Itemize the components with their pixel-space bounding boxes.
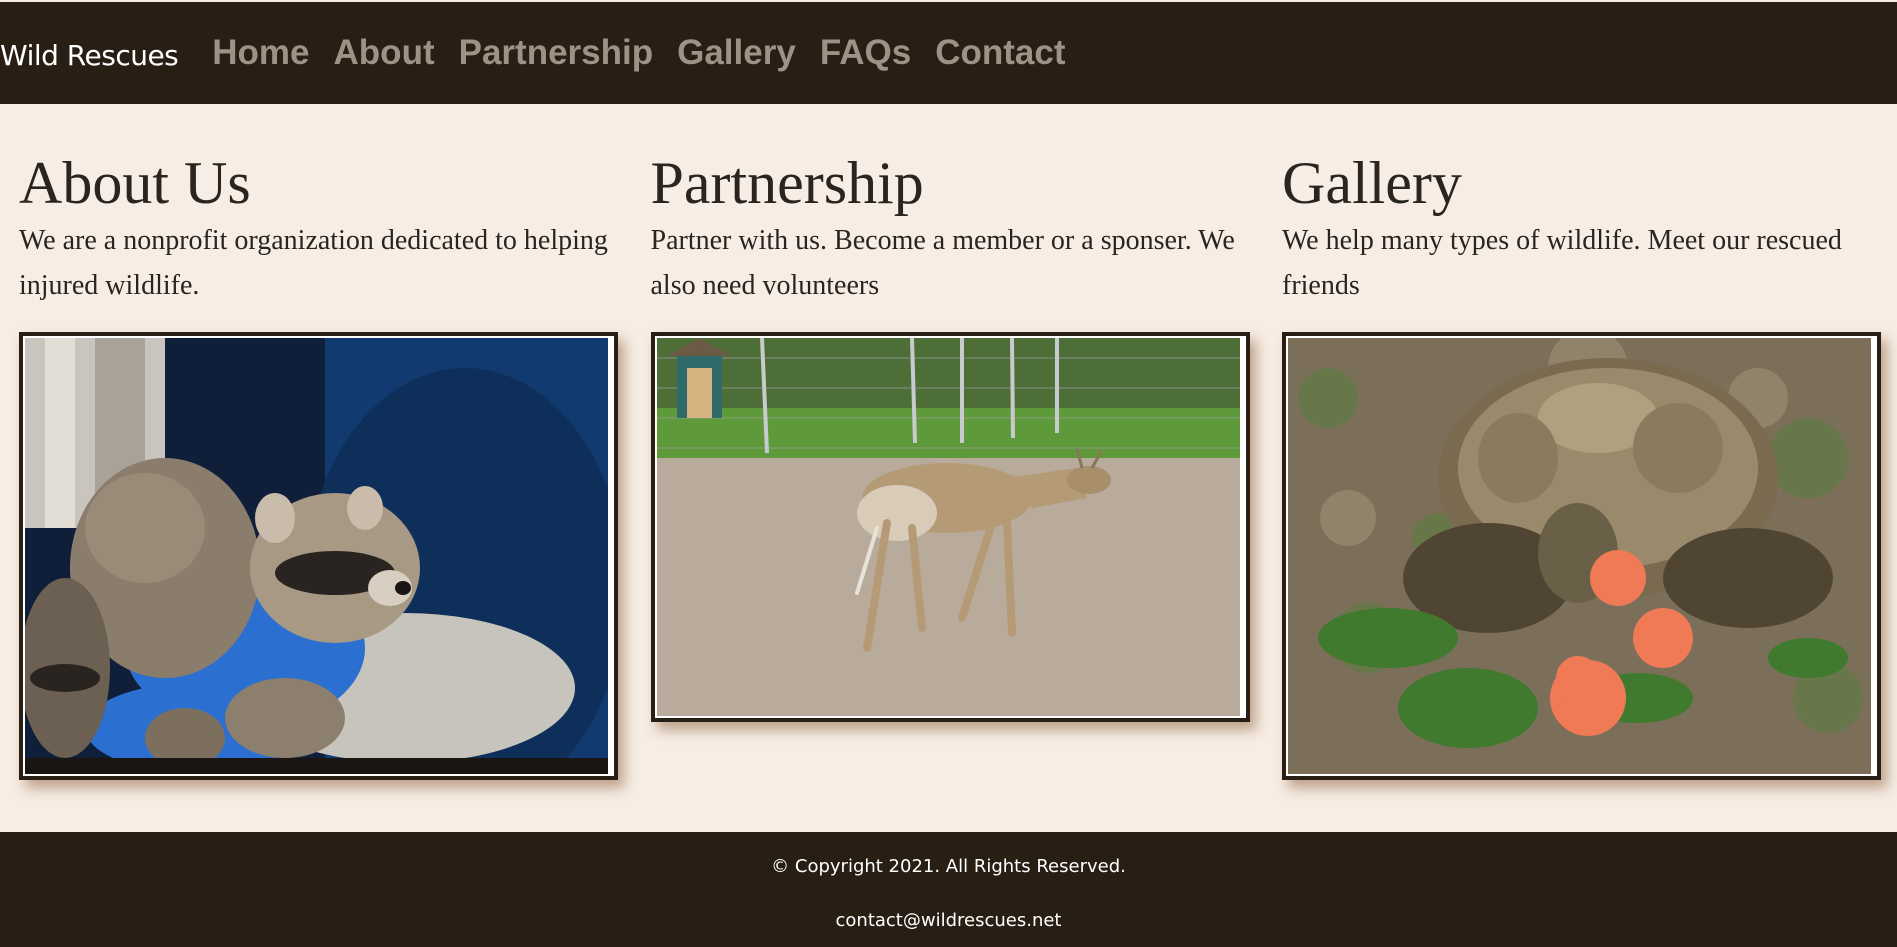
gallery-text: We help many types of wildlife. Meet our… [1282, 225, 1842, 301]
nav-link-partnership[interactable]: Partnership [459, 33, 654, 73]
nav-links: Home About Partnership Gallery FAQs Cont… [212, 33, 1065, 73]
site-brand[interactable]: Wild Rescues [0, 35, 179, 72]
nav-link-about[interactable]: About [334, 33, 435, 73]
top-nav-bar: Wild Rescues Home About Partnership Gall… [0, 2, 1897, 104]
copyright-text: © Copyright 2021. All Rights Reserved. [771, 856, 1126, 877]
partnership-section: Partnership Partner with us. Become a me… [650, 148, 1250, 780]
tortoise-photo [1288, 338, 1871, 774]
partnership-heading: Partnership [650, 150, 924, 216]
about-text: We are a nonprofit organization dedicate… [19, 225, 608, 301]
gallery-heading: Gallery [1282, 150, 1462, 216]
deer-photo [656, 338, 1240, 716]
nav-link-contact[interactable]: Contact [935, 33, 1065, 73]
partnership-text: Partner with us. Become a member or a sp… [650, 225, 1235, 301]
page: Wild Rescues Home About Partnership Gall… [0, 0, 1897, 947]
nav-link-gallery[interactable]: Gallery [677, 33, 796, 73]
content-columns: About Us We are a nonprofit organization… [19, 148, 1881, 780]
raccoon-photo-frame [19, 332, 618, 780]
nav-link-faqs[interactable]: FAQs [820, 33, 911, 73]
about-section: About Us We are a nonprofit organization… [19, 148, 618, 780]
contact-email[interactable]: contact@wildrescues.net [0, 910, 1897, 931]
about-heading: About Us [19, 150, 251, 216]
footer: © Copyright 2021. All Rights Reserved. c… [0, 832, 1897, 947]
tortoise-photo-frame [1282, 332, 1881, 780]
raccoon-photo [25, 338, 608, 774]
gallery-section: Gallery We help many types of wildlife. … [1282, 148, 1881, 780]
deer-photo-frame [650, 332, 1250, 722]
nav-link-home[interactable]: Home [212, 33, 309, 73]
